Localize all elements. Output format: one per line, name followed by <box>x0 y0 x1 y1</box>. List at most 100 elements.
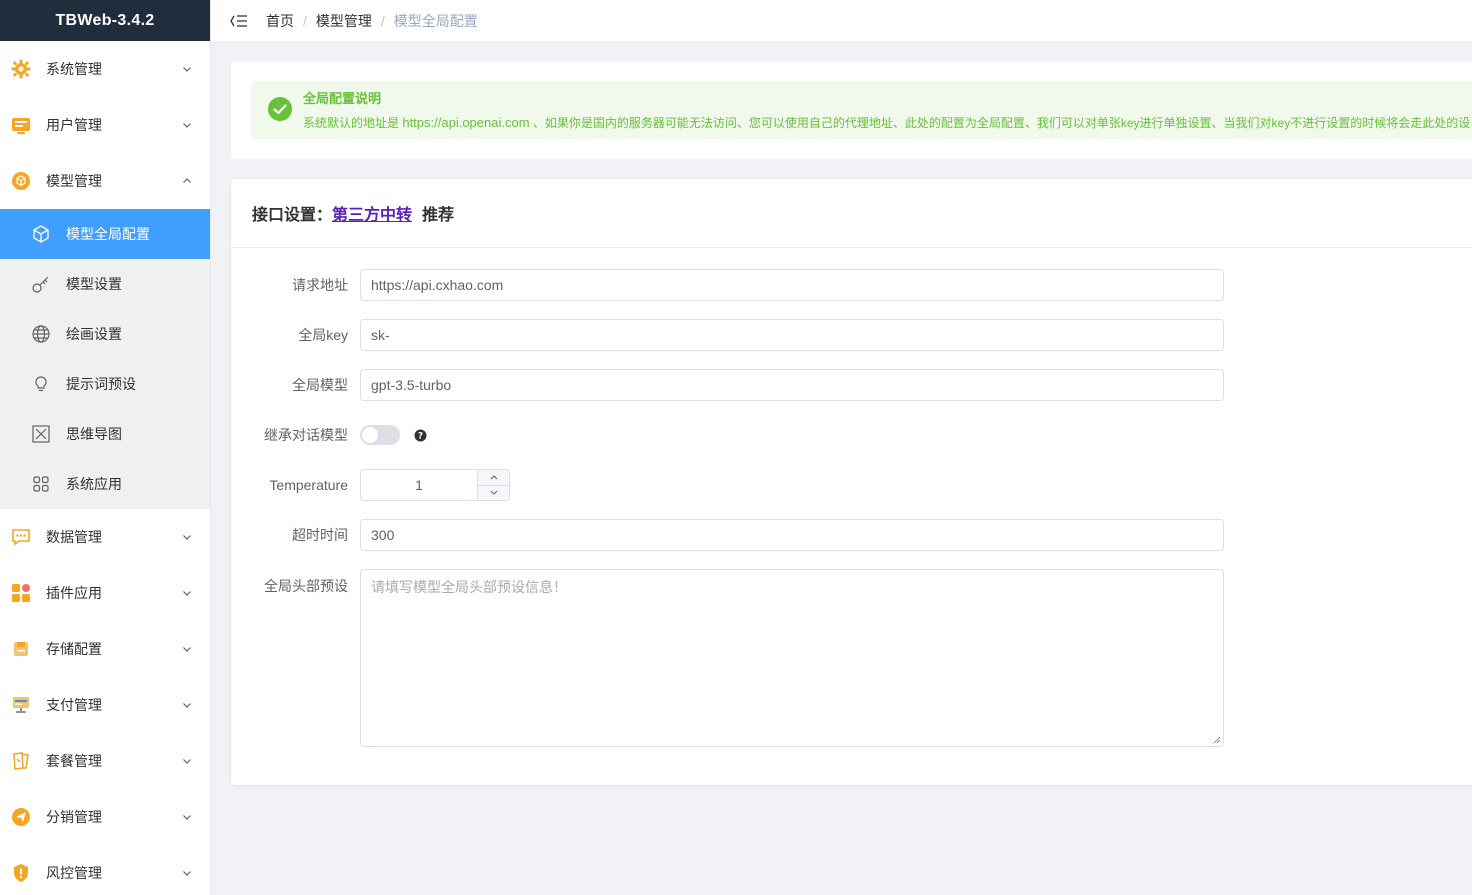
apps-icon <box>30 473 52 495</box>
alert-desc-url: https://api.openai.com <box>402 115 530 130</box>
gear-icon <box>10 58 32 80</box>
sidebar-item-storage[interactable]: 存储配置 <box>0 621 210 677</box>
temperature-input[interactable]: 1 <box>361 470 477 500</box>
sidebar-item-label: 数据管理 <box>46 529 102 545</box>
sidebar-item-plugins[interactable]: 插件应用 <box>0 565 210 621</box>
shield-icon <box>10 862 32 884</box>
user-card-icon <box>10 114 32 136</box>
resize-grip-icon[interactable] <box>1213 736 1221 744</box>
sidebar-item-models[interactable]: 模型管理 <box>0 153 210 209</box>
sidebar-item-label: 支付管理 <box>46 697 102 713</box>
form-row-temperature: Temperature 1 <box>231 469 1472 501</box>
global-model-label: 全局模型 <box>292 377 348 393</box>
alert-desc-prefix: 系统默认的地址是 <box>303 116 403 130</box>
timeout-label: 超时时间 <box>292 527 348 543</box>
sidebar-item-label: 绘画设置 <box>66 326 122 342</box>
sidebar-item-model-global-config[interactable]: 模型全局配置 <box>0 209 210 259</box>
form-row-inherit-model: 继承对话模型 ? <box>231 419 1472 451</box>
sidebar-item-label: 系统管理 <box>46 61 102 77</box>
chevron-up-icon <box>490 475 497 480</box>
success-check-icon <box>268 97 292 121</box>
alert-card: 全局配置说明 系统默认的地址是 https://api.openai.com 、… <box>231 61 1472 159</box>
sidebar-item-prompt-presets[interactable]: 提示词预设 <box>0 359 210 409</box>
form-row-header-preset: 全局头部预设 请填写模型全局头部预设信息！ <box>231 569 1472 747</box>
sidebar-item-label: 模型设置 <box>66 276 122 292</box>
svg-text:?: ? <box>418 431 423 441</box>
sidebar-item-users[interactable]: 用户管理 <box>0 97 210 153</box>
inherit-model-label: 继承对话模型 <box>264 427 348 443</box>
breadcrumb-model-management[interactable]: 模型管理 <box>316 11 372 31</box>
sidebar-item-risk-control[interactable]: 风控管理 <box>0 845 210 895</box>
chevron-up-icon <box>182 176 192 186</box>
chevron-down-icon <box>182 588 192 598</box>
sidebar-item-label: 套餐管理 <box>46 753 102 769</box>
decrease-button[interactable] <box>478 486 509 501</box>
form-row-global-model: 全局模型 gpt-3.5-turbo <box>231 369 1472 401</box>
sidebar-item-data[interactable]: 数据管理 <box>0 509 210 565</box>
bulb-icon <box>30 373 52 395</box>
alert-title: 全局配置说明 <box>303 91 382 106</box>
sidebar-item-label: 提示词预设 <box>66 376 136 392</box>
chevron-down-icon <box>182 532 192 542</box>
header-preset-textarea[interactable]: 请填写模型全局头部预设信息！ <box>360 569 1224 747</box>
third-party-relay-link[interactable]: 第三方中转 <box>332 201 412 225</box>
chevron-down-icon <box>182 812 192 822</box>
timeout-input[interactable]: 300 <box>360 519 1224 551</box>
form-row-request-url: 请求地址 https://api.cxhao.com <box>231 269 1472 301</box>
model-icon <box>10 170 32 192</box>
card-header: 接口设置： 第三方中转 推荐 <box>231 179 1472 248</box>
cube-icon <box>30 223 52 245</box>
storage-icon <box>10 638 32 660</box>
breadcrumb-separator: / <box>380 12 385 29</box>
sidebar-item-label: 系统应用 <box>66 476 122 492</box>
sidebar-item-payment[interactable]: 支付管理 <box>0 677 210 733</box>
alert-description: 系统默认的地址是 https://api.openai.com 、如果你是国内的… <box>303 114 1470 132</box>
request-url-label: 请求地址 <box>292 277 348 293</box>
alert-content: 全局配置说明 系统默认的地址是 https://api.openai.com 、… <box>303 90 1470 132</box>
question-circle-icon[interactable]: ? <box>414 429 427 442</box>
inherit-model-toggle[interactable] <box>360 425 400 445</box>
globe-icon <box>30 323 52 345</box>
mindmap-icon <box>30 423 52 445</box>
sidebar-item-label: 思维导图 <box>66 426 122 442</box>
global-key-input[interactable]: sk- <box>360 319 1224 351</box>
global-model-input[interactable]: gpt-3.5-turbo <box>360 369 1224 401</box>
menu-collapse-icon[interactable] <box>229 11 249 31</box>
header-recommend: 推荐 <box>422 207 455 224</box>
increase-button[interactable] <box>478 470 509 486</box>
temperature-stepper: 1 <box>360 469 510 501</box>
breadcrumb-current: 模型全局配置 <box>393 12 478 29</box>
sidebar-item-label: 用户管理 <box>46 117 102 133</box>
key-icon <box>30 273 52 295</box>
request-url-input[interactable]: https://api.cxhao.com <box>360 269 1224 301</box>
chat-data-icon <box>10 526 32 548</box>
top-bar: 首页 / 模型管理 / 模型全局配置 <box>211 0 1472 41</box>
sidebar-item-mindmap[interactable]: 思维导图 <box>0 409 210 459</box>
header-prefix: 接口设置： <box>252 207 333 224</box>
form-row-timeout: 超时时间 300 <box>231 519 1472 551</box>
sidebar: TBWeb-3.4.2 系统管理 用户管理 模型管理 模型全局配置 模型设置 绘… <box>0 0 211 895</box>
sidebar-item-distribution[interactable]: 分销管理 <box>0 789 210 845</box>
chevron-down-icon <box>182 64 192 74</box>
sidebar-item-model-settings[interactable]: 模型设置 <box>0 259 210 309</box>
sidebar-item-packages[interactable]: 套餐管理 <box>0 733 210 789</box>
sidebar-item-system-apps[interactable]: 系统应用 <box>0 459 210 509</box>
sidebar-item-label: 模型全局配置 <box>66 226 150 242</box>
stepper-buttons <box>477 470 509 500</box>
temperature-label: Temperature <box>269 477 348 493</box>
sidebar-item-drawing-settings[interactable]: 绘画设置 <box>0 309 210 359</box>
distribution-icon <box>10 806 32 828</box>
plugin-icon <box>10 582 32 604</box>
chevron-down-icon <box>182 120 192 130</box>
config-form-card: 接口设置： 第三方中转 推荐 请求地址 https://api.cxhao.co… <box>231 179 1472 785</box>
sidebar-item-label: 风控管理 <box>46 865 102 881</box>
breadcrumb-home[interactable]: 首页 <box>266 11 294 31</box>
payment-icon <box>10 694 32 716</box>
app-title: TBWeb-3.4.2 <box>0 0 210 41</box>
sidebar-item-label: 存储配置 <box>46 641 102 657</box>
sidebar-item-label: 插件应用 <box>46 585 102 601</box>
sidebar-item-system[interactable]: 系统管理 <box>0 41 210 97</box>
submenu-models: 模型全局配置 模型设置 绘画设置 提示词预设 思维导图 系统应用 <box>0 209 210 509</box>
package-icon <box>10 750 32 772</box>
form-row-global-key: 全局key sk- <box>231 319 1472 351</box>
